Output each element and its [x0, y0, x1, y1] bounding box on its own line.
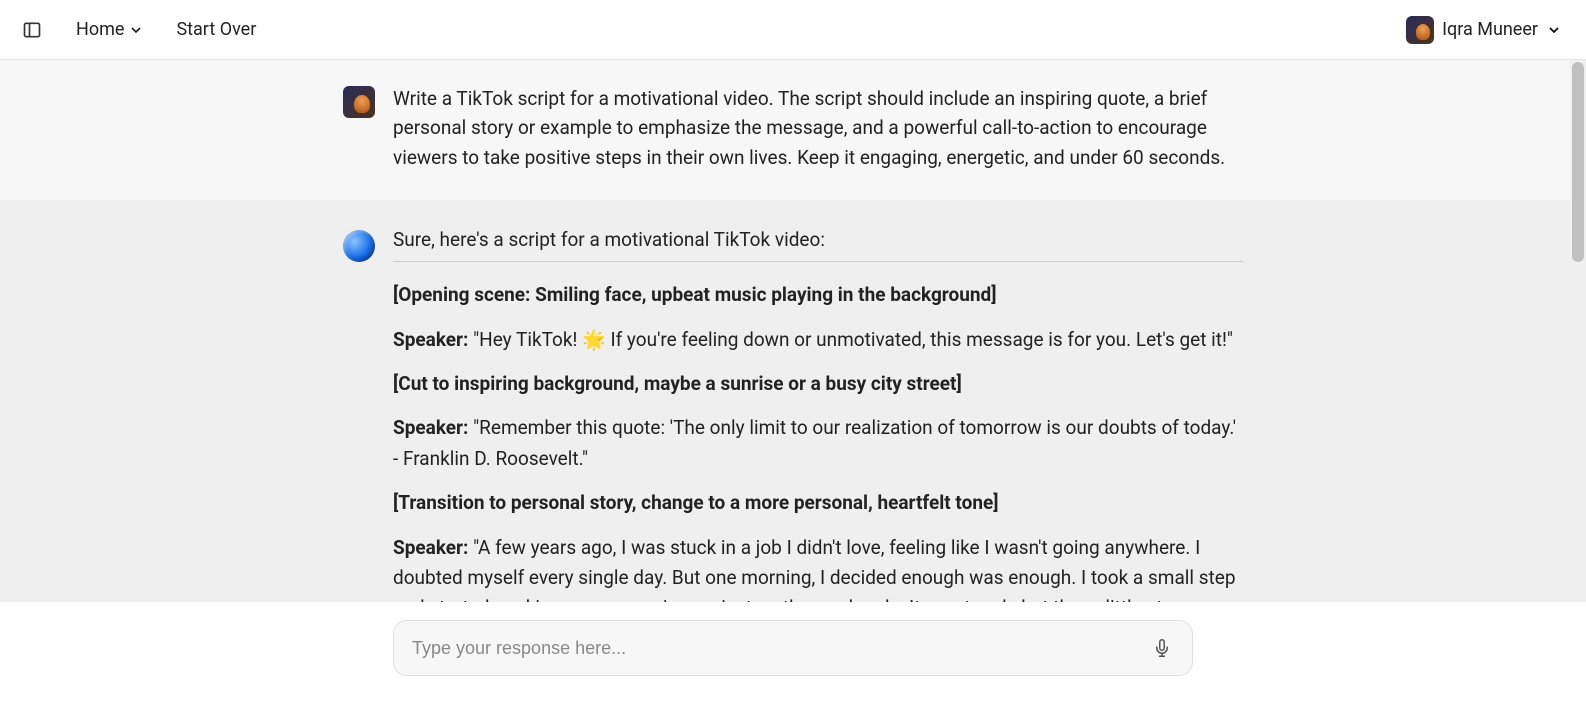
chat-scroll-area[interactable]: Write a TikTok script for a motivational… — [0, 60, 1586, 602]
header-left-group: Home Start Over — [16, 13, 260, 46]
home-nav[interactable]: Home — [72, 13, 148, 46]
start-over-label: Start Over — [176, 19, 256, 40]
script-line: Speaker: "Remember this quote: 'The only… — [393, 413, 1243, 474]
speaker-label: Speaker: — [393, 536, 468, 559]
assistant-intro-text: Sure, here's a script for a motivational… — [393, 228, 1243, 262]
microphone-icon — [1153, 639, 1171, 657]
avatar — [343, 86, 375, 118]
user-message-row: Write a TikTok script for a motivational… — [343, 84, 1243, 172]
avatar — [1406, 16, 1434, 44]
speaker-text: "Remember this quote: 'The only limit to… — [393, 416, 1236, 469]
assistant-message-block: Sure, here's a script for a motivational… — [0, 200, 1586, 602]
assistant-avatar-icon — [343, 230, 375, 262]
speaker-label: Speaker: — [393, 416, 468, 439]
response-input[interactable] — [412, 638, 1150, 659]
start-over-nav[interactable]: Start Over — [172, 13, 260, 46]
user-message-block: Write a TikTok script for a motivational… — [0, 60, 1586, 200]
assistant-message-row: Sure, here's a script for a motivational… — [343, 228, 1243, 602]
script-line: Speaker: "A few years ago, I was stuck i… — [393, 533, 1243, 602]
chevron-down-icon — [128, 22, 144, 38]
panel-left-icon — [22, 20, 42, 40]
home-label: Home — [76, 19, 124, 40]
sidebar-toggle-button[interactable] — [16, 14, 48, 46]
app-header: Home Start Over Iqra Muneer — [0, 0, 1586, 60]
speaker-label: Speaker: — [393, 328, 468, 351]
scene-direction: [Opening scene: Smiling face, upbeat mus… — [393, 280, 1243, 310]
chevron-down-icon — [1546, 22, 1562, 38]
speaker-text: "Hey TikTok! 🌟 If you're feeling down or… — [468, 328, 1233, 351]
scrollbar-thumb[interactable] — [1572, 62, 1584, 262]
speaker-text: "A few years ago, I was stuck in a job I… — [393, 536, 1236, 602]
scrollbar-track[interactable] — [1570, 60, 1586, 602]
script-line: Speaker: "Hey TikTok! 🌟 If you're feelin… — [393, 325, 1243, 355]
scene-direction: [Cut to inspiring background, maybe a su… — [393, 369, 1243, 399]
assistant-body: Sure, here's a script for a motivational… — [393, 228, 1243, 602]
scene-direction: [Transition to personal story, change to… — [393, 488, 1243, 518]
input-area — [0, 602, 1586, 708]
user-menu[interactable]: Iqra Muneer — [1398, 12, 1570, 48]
user-name-label: Iqra Muneer — [1442, 19, 1538, 40]
input-bar — [393, 620, 1193, 676]
microphone-button[interactable] — [1150, 636, 1174, 660]
user-prompt-text: Write a TikTok script for a motivational… — [393, 84, 1243, 172]
